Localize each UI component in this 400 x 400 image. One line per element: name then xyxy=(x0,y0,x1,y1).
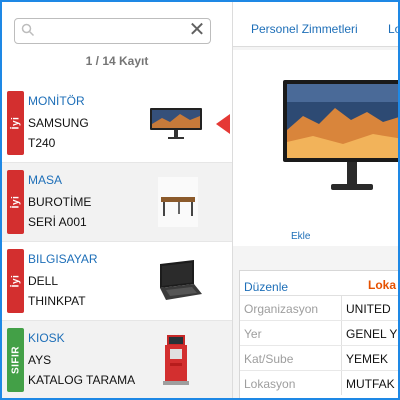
info-row: Organizasyon UNITED xyxy=(240,296,398,321)
tab-personel-zimmetleri[interactable]: Personel Zimmetleri xyxy=(251,22,358,36)
status-badge: SIFIR xyxy=(7,328,24,392)
item-brand: BUROTİME xyxy=(28,195,92,209)
list-item[interactable]: SIFIR KIOSK AYS KATALOG TARAMA xyxy=(2,321,232,398)
search-box[interactable]: ✕ xyxy=(14,18,211,44)
info-header: Düzenle Loka xyxy=(240,271,398,296)
asset-detail-panel: Personel Zimmetleri Lo Ekle Düzenle Loka… xyxy=(233,2,398,398)
field-label: Lokasyon xyxy=(244,377,296,391)
item-category: KIOSK xyxy=(28,331,65,345)
edit-link[interactable]: Düzenle xyxy=(244,280,288,294)
item-brand: DELL xyxy=(28,274,59,288)
list-item[interactable]: İyi MONİTÖR SAMSUNG T240 xyxy=(2,84,232,163)
monitor-icon xyxy=(150,108,202,139)
desk-icon xyxy=(158,177,198,227)
info-row: Kat/Sube YEMEK xyxy=(240,346,398,371)
divider xyxy=(341,346,342,370)
item-brand: AYS xyxy=(28,353,52,367)
detail-tabs: Personel Zimmetleri Lo xyxy=(233,2,398,47)
divider xyxy=(341,296,342,320)
status-badge: İyi xyxy=(7,170,24,234)
record-count: 1 / 14 Kayıt xyxy=(85,54,149,68)
clear-search-icon[interactable]: ✕ xyxy=(188,20,206,40)
item-model: T240 xyxy=(28,136,56,150)
item-category: MASA xyxy=(28,173,63,187)
monitor-photo xyxy=(283,80,398,190)
info-row: Lokasyon MUTFAK xyxy=(240,371,398,395)
divider xyxy=(341,321,342,345)
item-category: MONİTÖR xyxy=(28,94,85,108)
list-item[interactable]: İyi MASA BUROTİME SERİ A001 xyxy=(2,163,232,242)
tab-lokasyon[interactable]: Lo xyxy=(388,22,398,36)
field-label: Kat/Sube xyxy=(244,352,294,366)
divider xyxy=(341,371,342,395)
field-label: Yer xyxy=(244,327,262,341)
laptop-icon xyxy=(160,260,202,300)
item-model: KATALOG TARAMA xyxy=(28,373,136,387)
location-info-table: Düzenle Loka Organizasyon UNITED Yer GEN… xyxy=(239,270,398,398)
item-model: THINKPAT xyxy=(28,294,86,308)
info-row: Yer GENEL Y xyxy=(240,321,398,346)
asset-list-panel: ✕ 1 / 14 Kayıt İyi MONİTÖR SAMSUNG T240 xyxy=(2,2,233,398)
add-image-link[interactable]: Ekle xyxy=(291,231,310,242)
search-icon xyxy=(21,23,35,37)
location-header: Loka xyxy=(368,278,397,292)
app-frame: ✕ 1 / 14 Kayıt İyi MONİTÖR SAMSUNG T240 xyxy=(0,0,400,400)
list-item[interactable]: İyi BILGISAYAR DELL THINKPAT xyxy=(2,242,232,321)
status-badge: İyi xyxy=(7,249,24,313)
status-badge: İyi xyxy=(7,91,24,155)
asset-image-card xyxy=(233,50,398,246)
item-category: BILGISAYAR xyxy=(28,252,98,266)
kiosk-icon xyxy=(163,335,189,385)
field-value: UNITED xyxy=(346,302,391,316)
item-brand: SAMSUNG xyxy=(28,116,89,130)
field-value: GENEL Y xyxy=(346,327,398,341)
selected-indicator xyxy=(216,114,230,134)
asset-list: İyi MONİTÖR SAMSUNG T240 İyi MASA BUROTİ… xyxy=(2,84,232,398)
field-label: Organizasyon xyxy=(244,302,319,316)
item-model: SERİ A001 xyxy=(28,215,87,229)
field-value: MUTFAK xyxy=(346,377,395,391)
field-value: YEMEK xyxy=(346,352,389,366)
